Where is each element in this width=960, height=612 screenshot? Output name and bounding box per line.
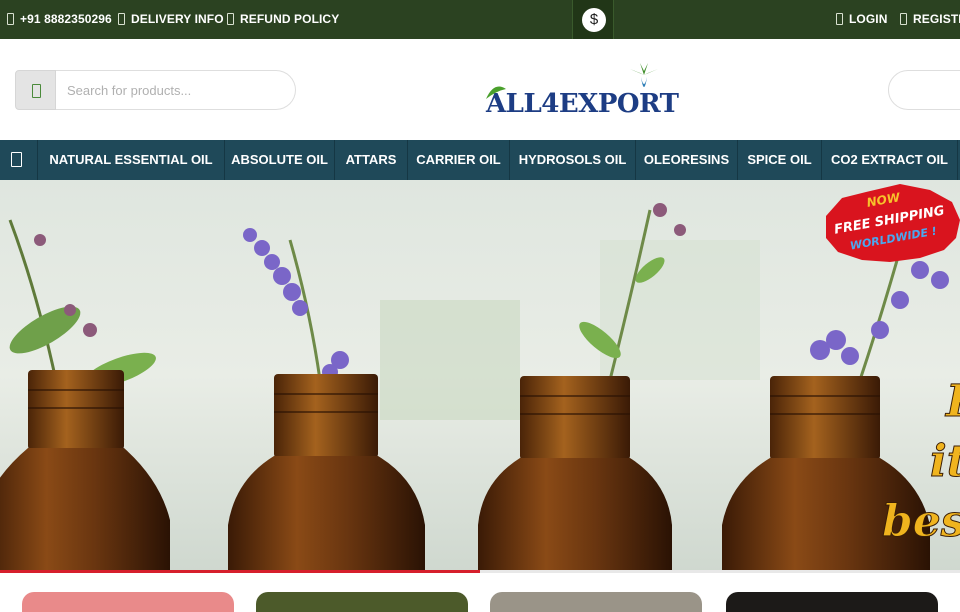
nav-item-carrier-oil[interactable]: CARRIER OIL <box>408 140 510 180</box>
search-button[interactable] <box>15 70 56 110</box>
home-button[interactable] <box>0 140 38 180</box>
slogan-line-2: it <box>930 436 960 487</box>
delivery-info-link[interactable]: DELIVERY INFO <box>118 12 224 26</box>
phone-icon <box>7 13 14 25</box>
delivery-info-label: DELIVERY INFO <box>131 12 224 26</box>
main-nav: NATURAL ESSENTIAL OIL ABSOLUTE OIL ATTAR… <box>0 140 960 180</box>
nav-item-natural-essential-oil[interactable]: NATURAL ESSENTIAL OIL <box>38 140 225 180</box>
search-bar <box>15 70 296 110</box>
logo-text: ALL4EXPORT <box>486 89 679 119</box>
register-icon <box>900 13 907 25</box>
user-icon <box>836 13 843 25</box>
refund-icon <box>227 13 234 25</box>
register-link[interactable]: REGISTE <box>900 12 960 26</box>
currency-switcher[interactable]: $ <box>572 0 614 39</box>
login-link[interactable]: LOGIN <box>836 12 888 26</box>
site-logo[interactable]: ALL4EXPORT <box>484 61 698 121</box>
currency-symbol: $ <box>582 8 606 32</box>
phone-number: +91 8882350296 <box>20 12 112 26</box>
header: ALL4EXPORT <box>0 39 960 140</box>
category-card[interactable] <box>256 592 468 612</box>
nav-item-co2-extract-oil[interactable]: CO2 EXTRACT OIL <box>822 140 958 180</box>
refund-policy-label: REFUND POLICY <box>240 12 340 26</box>
search-input[interactable] <box>56 70 296 110</box>
top-bar: +91 8882350296 DELIVERY INFO REFUND POLI… <box>0 0 960 39</box>
phone-link[interactable]: +91 8882350296 <box>7 12 112 26</box>
search-icon <box>32 84 41 98</box>
category-card[interactable] <box>22 592 234 612</box>
slogan-line-1: P <box>944 376 960 427</box>
refund-policy-link[interactable]: REFUND POLICY <box>227 12 339 26</box>
cart-button[interactable] <box>888 70 960 110</box>
nav-item-hydrosols-oil[interactable]: HYDROSOLS OIL <box>510 140 636 180</box>
nav-item-spice-oil[interactable]: SPICE OIL <box>738 140 822 180</box>
home-icon <box>11 152 22 167</box>
truck-icon <box>118 13 125 25</box>
nav-item-absolute-oil[interactable]: ABSOLUTE OIL <box>225 140 335 180</box>
category-card[interactable] <box>726 592 938 612</box>
hero-image: NOW FREE SHIPPING WORLDWIDE ! P it best … <box>0 180 960 572</box>
register-label: REGISTE <box>913 12 960 26</box>
nav-item-oleoresins[interactable]: OLEORESINS <box>636 140 738 180</box>
hero-banner[interactable]: NOW FREE SHIPPING WORLDWIDE ! P it best … <box>0 180 960 572</box>
login-label: LOGIN <box>849 12 888 26</box>
slider-progress-fill <box>0 570 480 573</box>
slogan-line-3: best p <box>882 496 960 547</box>
nav-item-attars[interactable]: ATTARS <box>335 140 408 180</box>
slider-progress <box>0 570 960 573</box>
category-card[interactable] <box>490 592 702 612</box>
